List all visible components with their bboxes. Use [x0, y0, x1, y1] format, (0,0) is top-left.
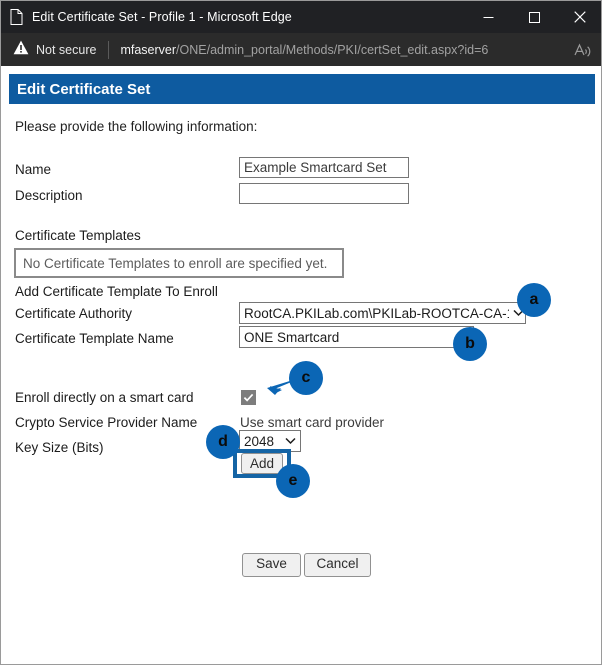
certificate-template-name-label: Certificate Template Name [15, 331, 174, 346]
certificate-template-name-select[interactable]: ONE Smartcard [239, 326, 474, 348]
certificate-authority-label: Certificate Authority [15, 306, 133, 321]
annotation-badge-c: c [289, 361, 323, 395]
address-bar-divider [108, 40, 110, 59]
enroll-smartcard-checkbox[interactable] [241, 390, 256, 405]
certificate-templates-empty-message: No Certificate Templates to enroll are s… [14, 248, 344, 278]
security-status-text: Not secure [36, 42, 97, 57]
add-button[interactable]: Add [241, 453, 283, 474]
crypto-provider-label: Crypto Service Provider Name [15, 415, 198, 430]
enroll-smartcard-label: Enroll directly on a smart card [15, 390, 194, 405]
name-input[interactable] [239, 157, 409, 178]
url-host: mfaserver [120, 42, 177, 57]
intro-text: Please provide the following information… [15, 119, 258, 134]
key-size-label: Key Size (Bits) [15, 440, 104, 455]
site-security-indicator[interactable]: Not secure [1, 40, 96, 60]
page-title: Edit Certificate Set [9, 74, 595, 104]
window-controls [465, 1, 601, 33]
address-bar: Not secure mfaserver/ONE/admin_portal/Me… [1, 33, 601, 66]
maximize-button[interactable] [511, 1, 557, 33]
minimize-button[interactable] [465, 1, 511, 33]
annotation-badge-e: e [276, 464, 310, 498]
description-input[interactable] [239, 183, 409, 204]
crypto-provider-value: Use smart card provider [240, 415, 385, 430]
annotation-badge-d: d [206, 425, 240, 459]
certificate-authority-select[interactable]: RootCA.PKILab.com\PKILab-ROOTCA-CA-1 [239, 302, 526, 324]
description-label: Description [15, 188, 83, 203]
annotation-badge-a: a [517, 283, 551, 317]
document-icon [1, 1, 31, 33]
add-certificate-template-label: Add Certificate Template To Enroll [15, 284, 218, 299]
annotation-badge-b: b [453, 327, 487, 361]
read-aloud-icon[interactable] [563, 33, 601, 66]
close-button[interactable] [557, 1, 601, 33]
title-bar: Edit Certificate Set - Profile 1 - Micro… [1, 1, 601, 33]
window-title: Edit Certificate Set - Profile 1 - Micro… [32, 10, 292, 24]
edge-browser-window: Edit Certificate Set - Profile 1 - Micro… [0, 0, 602, 665]
web-page-content: Edit Certificate Set Please provide the … [1, 66, 601, 664]
certificate-templates-label: Certificate Templates [15, 228, 141, 243]
cancel-button[interactable]: Cancel [304, 553, 371, 577]
url-text[interactable]: mfaserver/ONE/admin_portal/Methods/PKI/c… [120, 43, 563, 57]
url-path: /ONE/admin_portal/Methods/PKI/certSet_ed… [176, 42, 489, 57]
save-button[interactable]: Save [242, 553, 301, 577]
warning-triangle-icon [13, 40, 29, 60]
name-label: Name [15, 162, 52, 177]
